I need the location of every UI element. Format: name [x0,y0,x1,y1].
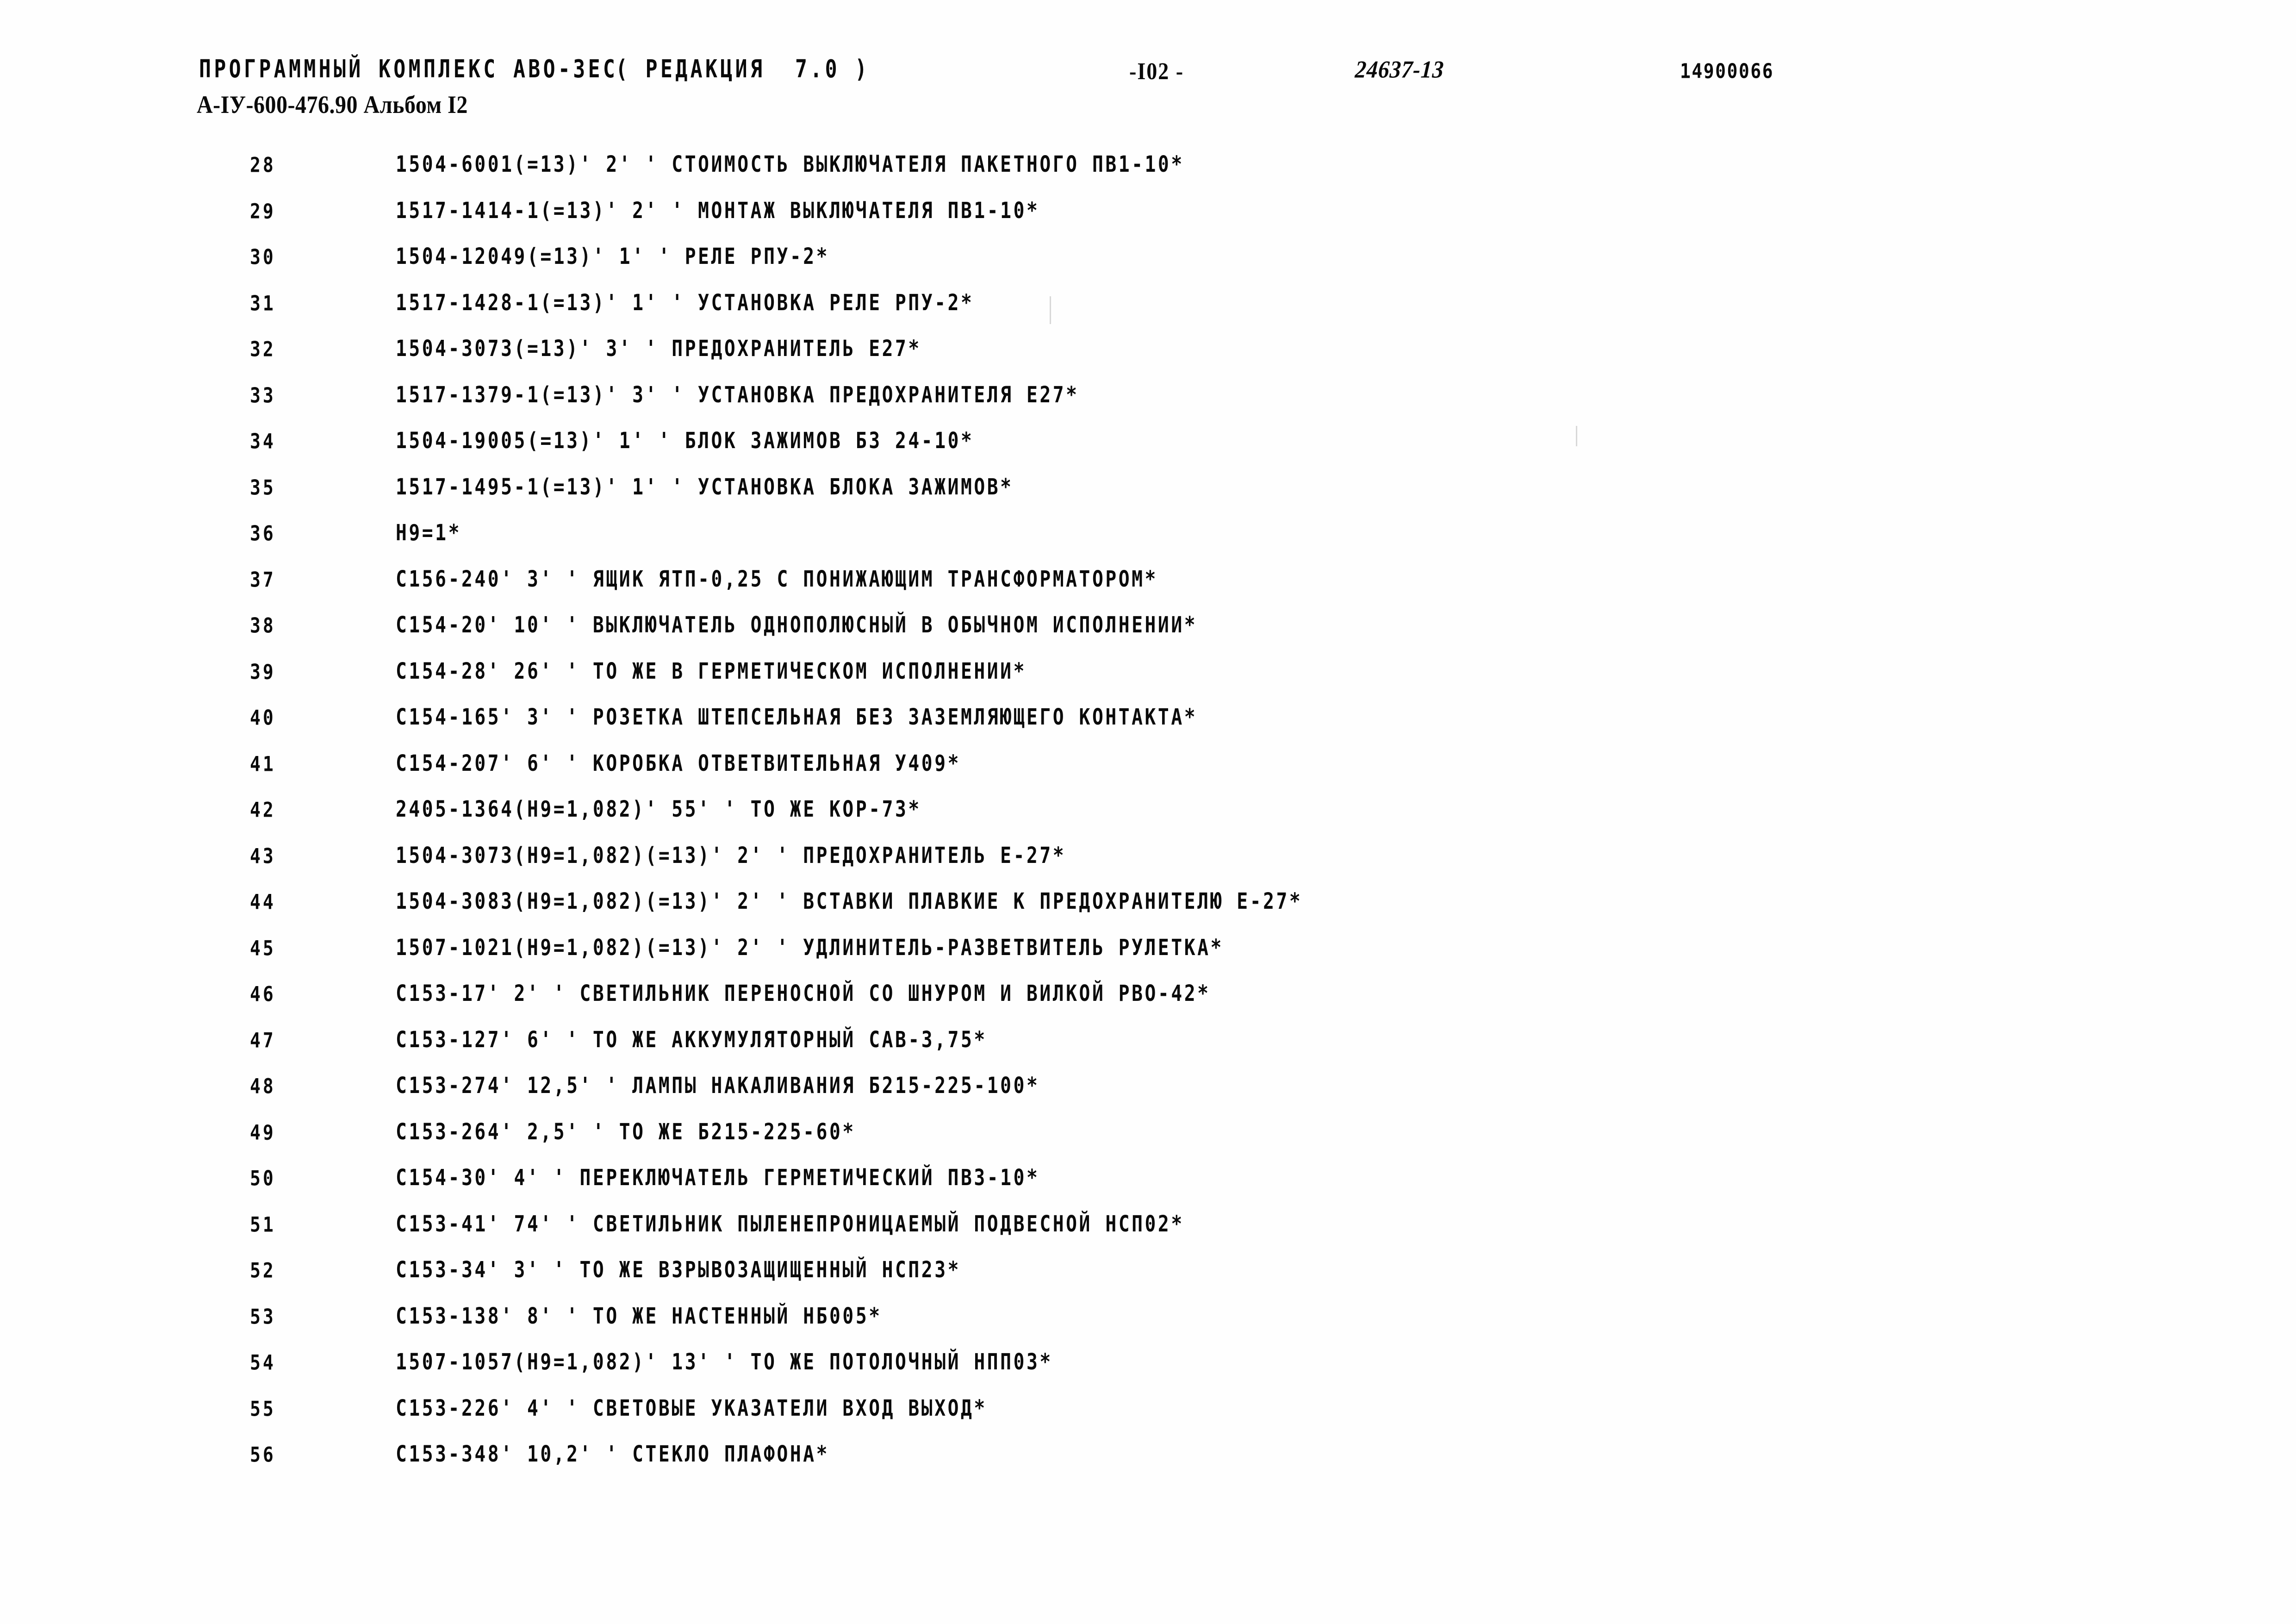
listing-row-number: 53 [250,1304,276,1329]
listing-row: 51 С153-41' 74' ' СВЕТИЛЬНИК ПЫЛЕНЕПРОНИЦ… [0,1212,2296,1259]
listing-row-number: 48 [250,1074,276,1098]
listing-row-text: 2405-1364(Н9=1,082)' 55' ' ТО ЖЕ КОР-73* [396,797,921,823]
listing-row-number: 36 [250,521,276,545]
listing-row-text: 1504-19005(=13)' 1' ' БЛОК ЗАЖИМОВ БЗ 24… [396,428,974,454]
order-code: 24637-13 [1354,56,1445,83]
listing-row-text: С153-348' 10,2' ' СТЕКЛО ПЛАФОНА* [396,1442,830,1468]
page-number: -I02 - [1129,58,1184,85]
listing-row-text: С156-240' 3' ' ЯЩИК ЯТП-0,25 С ПОНИЖАЮЩИ… [396,566,1158,592]
listing-row-number: 47 [250,1028,276,1052]
listing-row-number: 35 [250,475,276,500]
listing-row-number: 49 [250,1120,276,1144]
listing-row-text: С153-264' 2,5' ' ТО ЖЕ Б215-225-60* [396,1119,856,1145]
listing-row: 40 С154-165' 3' ' РОЗЕТКА ШТЕПСЕЛЬНАЯ БЕЗ… [0,705,2296,752]
listing-row: 56 С153-348' 10,2' ' СТЕКЛО ПЛАФОНА* [0,1442,2296,1489]
listing-row-number: 55 [250,1396,276,1421]
listing-row-number: 39 [250,659,276,684]
listing-row-number: 30 [250,245,276,269]
listing-row-text: С153-226' 4' ' СВЕТОВЫЕ УКАЗАТЕЛИ ВХОД В… [396,1395,987,1421]
listing-row-text: 1504-3073(Н9=1,082)(=13)' 2' ' ПРЕДОХРАН… [396,843,1066,868]
listing-row-text: 1507-1057(Н9=1,082)' 13' ' ТО ЖЕ ПОТОЛОЧ… [396,1349,1053,1375]
listing-row: 34 1504-19005(=13)' 1' ' БЛОК ЗАЖИМОВ БЗ … [0,428,2296,475]
listing-row: 36 Н9=1* [0,520,2296,568]
listing-row-text: 1517-1414-1(=13)' 2' ' МОНТАЖ ВЫКЛЮЧАТЕЛ… [396,198,1040,224]
listing-row: 32 1504-3073(=13)' 3' ' ПРЕДОХРАНИТЕЛЬ Е2… [0,336,2296,383]
listing-row: 42 2405-1364(Н9=1,082)' 55' ' ТО ЖЕ КОР-7… [0,797,2296,844]
listing-row: 29 1517-1414-1(=13)' 2' ' МОНТАЖ ВЫКЛЮЧАТ… [0,198,2296,245]
listing-row: 54 1507-1057(Н9=1,082)' 13' ' ТО ЖЕ ПОТОЛ… [0,1349,2296,1397]
listing-row-text: С153-41' 74' ' СВЕТИЛЬНИК ПЫЛЕНЕПРОНИЦАЕ… [396,1211,1184,1237]
listing-row-text: 1504-12049(=13)' 1' ' РЕЛЕ РПУ-2* [396,244,830,270]
listing-row-number: 54 [250,1350,276,1374]
listing-row: 28 1504-6001(=13)' 2' ' СТОИМОСТЬ ВЫКЛЮЧА… [0,152,2296,199]
listing-row: 41 С154-207' 6' ' КОРОБКА ОТВЕТВИТЕЛЬНАЯ … [0,750,2296,798]
listing-row: 52 С153-34' 3' ' ТО ЖЕ ВЗРЫВОЗАЩИЩЕННЫЙ Н… [0,1257,2296,1305]
listing-row-number: 43 [250,843,276,868]
listing-row: 30 1504-12049(=13)' 1' ' РЕЛЕ РПУ-2* [0,244,2296,291]
serial-number: 14900066 [1680,59,1774,83]
listing-row-number: 41 [250,751,276,776]
listing-row-number: 50 [250,1166,276,1190]
scan-artifact-mark [1050,296,1051,324]
listing-row-text: С154-30' 4' ' ПЕРЕКЛЮЧАТЕЛЬ ГЕРМЕТИЧЕСКИ… [396,1165,1040,1191]
scanned-page: ПРОГРАММНЫЙ КОМПЛЕКС АВО-ЗЕС ( РЕДАКЦИЯ … [0,0,2296,1624]
listing-row-number: 42 [250,798,276,822]
listing-row-number: 31 [250,291,276,315]
listing-row: 38 С154-20' 10' ' ВЫКЛЮЧАТЕЛЬ ОДНОПОЛЮСНЫ… [0,612,2296,660]
listing-body: 28 1504-6001(=13)' 2' ' СТОИМОСТЬ ВЫКЛЮЧА… [0,152,2296,1489]
revision-label: ( РЕДАКЦИЯ 7.0 ) [616,55,870,84]
listing-row-text: 1504-6001(=13)' 2' ' СТОИМОСТЬ ВЫКЛЮЧАТЕ… [396,152,1184,178]
listing-row: 43 1504-3073(Н9=1,082)(=13)' 2' ' ПРЕДОХР… [0,843,2296,890]
listing-row-number: 28 [250,153,276,177]
listing-row-text: 1517-1379-1(=13)' 3' ' УСТАНОВКА ПРЕДОХР… [396,382,1079,408]
listing-row: 39 С154-28' 26' ' ТО ЖЕ В ГЕРМЕТИЧЕСКОМ И… [0,658,2296,706]
listing-row-text: С154-207' 6' ' КОРОБКА ОТВЕТВИТЕЛЬНАЯ У4… [396,750,961,776]
listing-row-text: С153-138' 8' ' ТО ЖЕ НАСТЕННЫЙ НБ005* [396,1303,882,1329]
listing-row: 37 С156-240' 3' ' ЯЩИК ЯТП-0,25 С ПОНИЖАЮ… [0,566,2296,614]
listing-row: 49 С153-264' 2,5' ' ТО ЖЕ Б215-225-60* [0,1119,2296,1167]
listing-row-number: 37 [250,567,276,592]
listing-row: 55 С153-226' 4' ' СВЕТОВЫЕ УКАЗАТЕЛИ ВХОД… [0,1395,2296,1443]
scan-artifact-mark [1576,426,1577,446]
listing-row-number: 46 [250,982,276,1006]
listing-row-text: С153-34' 3' ' ТО ЖЕ ВЗРЫВОЗАЩИЩЕННЫЙ НСП… [396,1257,961,1283]
listing-row: 48 С153-274' 12,5' ' ЛАМПЫ НАКАЛИВАНИЯ Б2… [0,1073,2296,1120]
listing-row-text: С154-28' 26' ' ТО ЖЕ В ГЕРМЕТИЧЕСКОМ ИСП… [396,658,1027,684]
listing-row: 31 1517-1428-1(=13)' 1' ' УСТАНОВКА РЕЛЕ … [0,290,2296,337]
listing-row-number: 51 [250,1212,276,1237]
listing-row: 53 С153-138' 8' ' ТО ЖЕ НАСТЕННЫЙ НБ005* [0,1303,2296,1351]
listing-row: 35 1517-1495-1(=13)' 1' ' УСТАНОВКА БЛОКА… [0,475,2296,522]
listing-row-number: 32 [250,337,276,361]
listing-row-number: 44 [250,890,276,914]
listing-row-number: 40 [250,706,276,730]
listing-row-number: 29 [250,199,276,223]
listing-row-text: С153-127' 6' ' ТО ЖЕ АККУМУЛЯТОРНЫЙ САВ-… [396,1027,987,1053]
listing-row: 44 1504-3083(Н9=1,082)(=13)' 2' ' ВСТАВКИ… [0,889,2296,936]
listing-row: 50 С154-30' 4' ' ПЕРЕКЛЮЧАТЕЛЬ ГЕРМЕТИЧЕС… [0,1165,2296,1212]
program-complex-title: ПРОГРАММНЫЙ КОМПЛЕКС АВО-ЗЕС [199,55,618,84]
listing-row-text: С153-17' 2' ' СВЕТИЛЬНИК ПЕРЕНОСНОЙ СО Ш… [396,981,1211,1007]
listing-row-text: Н9=1* [396,520,461,546]
listing-row: 33 1517-1379-1(=13)' 3' ' УСТАНОВКА ПРЕДО… [0,382,2296,430]
listing-row-text: 1507-1021(Н9=1,082)(=13)' 2' ' УДЛИНИТЕЛ… [396,935,1224,961]
listing-row-number: 34 [250,429,276,453]
listing-row-number: 38 [250,613,276,637]
listing-row-number: 56 [250,1443,276,1467]
listing-row-text: С154-20' 10' ' ВЫКЛЮЧАТЕЛЬ ОДНОПОЛЮСНЫЙ … [396,612,1198,638]
listing-row-number: 45 [250,936,276,960]
listing-row: 45 1507-1021(Н9=1,082)(=13)' 2' ' УДЛИНИТ… [0,935,2296,982]
listing-row-text: С154-165' 3' ' РОЗЕТКА ШТЕПСЕЛЬНАЯ БЕЗ З… [396,705,1198,731]
listing-row-text: 1504-3073(=13)' 3' ' ПРЕДОХРАНИТЕЛЬ Е27* [396,336,921,362]
document-header: ПРОГРАММНЫЙ КОМПЛЕКС АВО-ЗЕС ( РЕДАКЦИЯ … [0,55,2296,119]
listing-row-text: С153-274' 12,5' ' ЛАМПЫ НАКАЛИВАНИЯ Б215… [396,1073,1040,1099]
listing-row-text: 1517-1495-1(=13)' 1' ' УСТАНОВКА БЛОКА З… [396,474,1014,500]
listing-row-number: 52 [250,1258,276,1282]
listing-row-text: 1517-1428-1(=13)' 1' ' УСТАНОВКА РЕЛЕ РП… [396,290,974,316]
listing-row: 46 С153-17' 2' ' СВЕТИЛЬНИК ПЕРЕНОСНОЙ СО… [0,981,2296,1028]
listing-row: 47 С153-127' 6' ' ТО ЖЕ АККУМУЛЯТОРНЫЙ СА… [0,1027,2296,1074]
document-code: А-IУ-600-476.90 Альбом I2 [197,91,468,119]
listing-row-number: 33 [250,383,276,407]
listing-row-text: 1504-3083(Н9=1,082)(=13)' 2' ' ВСТАВКИ П… [396,889,1303,915]
